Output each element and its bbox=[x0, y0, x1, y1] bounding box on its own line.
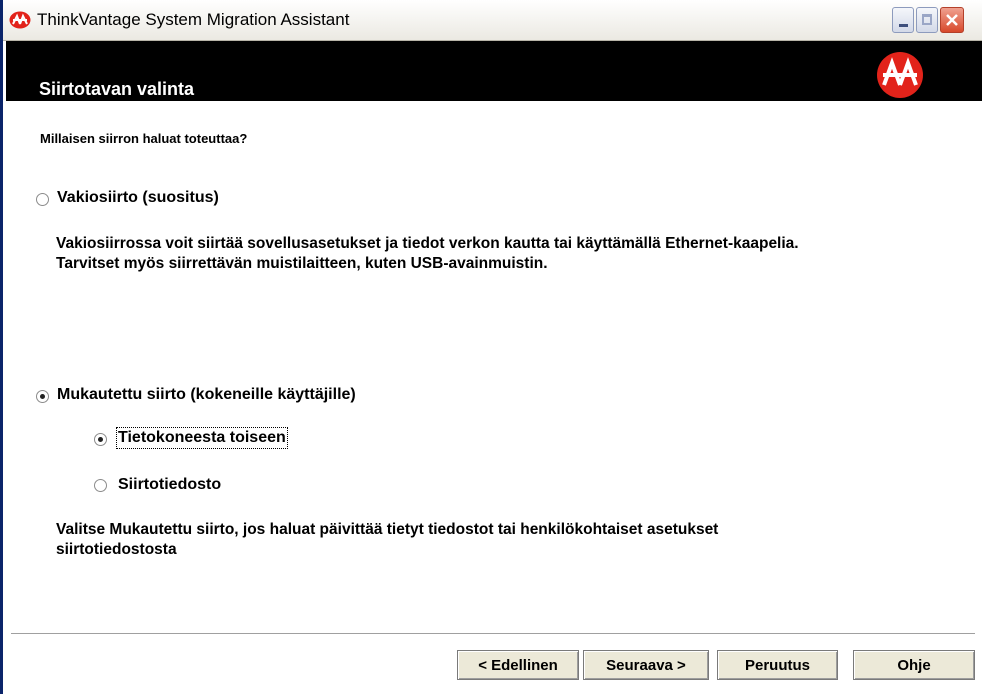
pc-to-pc-radio[interactable] bbox=[94, 433, 107, 446]
help-button[interactable]: Ohje bbox=[853, 650, 975, 680]
maximize-icon[interactable] bbox=[916, 7, 938, 33]
cancel-button[interactable]: Peruutus bbox=[717, 650, 838, 680]
minimize-icon[interactable] bbox=[892, 7, 914, 33]
standard-description-line-1: Vakiosiirrossa voit siirtää sovellusaset… bbox=[56, 235, 799, 252]
migration-file-radio[interactable] bbox=[94, 479, 107, 492]
back-button[interactable]: < Edellinen bbox=[457, 650, 579, 680]
custom-migration-label[interactable]: Mukautettu siirto (kokeneille käyttäjill… bbox=[57, 386, 356, 404]
thinkvantage-logo-icon bbox=[877, 52, 923, 98]
standard-description-line-2: Tarvitset myös siirrettävän muistilaitte… bbox=[56, 255, 548, 272]
thinkvantage-logo-icon bbox=[9, 11, 31, 29]
close-icon[interactable] bbox=[940, 7, 964, 33]
window-title: ThinkVantage System Migration Assistant bbox=[37, 10, 350, 29]
standard-migration-radio[interactable] bbox=[36, 193, 49, 206]
question-label: Millaisen siirron haluat toteuttaa? bbox=[40, 131, 248, 146]
migration-file-label[interactable]: Siirtotiedosto bbox=[118, 476, 221, 494]
custom-migration-radio[interactable] bbox=[36, 390, 49, 403]
custom-migration-description: Valitse Mukautettu siirto, jos haluat pä… bbox=[56, 520, 718, 560]
custom-description-line-2: siirtotiedostosta bbox=[56, 541, 177, 558]
pc-to-pc-label[interactable]: Tietokoneesta toiseen bbox=[116, 427, 288, 449]
wizard-window: ThinkVantage System Migration Assistant … bbox=[0, 0, 982, 694]
standard-migration-description: Vakiosiirrossa voit siirtää sovellusaset… bbox=[56, 234, 799, 274]
title-bar[interactable]: ThinkVantage System Migration Assistant bbox=[3, 0, 982, 41]
standard-migration-label[interactable]: Vakiosiirto (suositus) bbox=[57, 189, 219, 207]
button-separator bbox=[11, 633, 975, 635]
next-button[interactable]: Seuraava > bbox=[583, 650, 709, 680]
custom-description-line-1: Valitse Mukautettu siirto, jos haluat pä… bbox=[56, 521, 719, 538]
page-title: Siirtotavan valinta bbox=[39, 79, 195, 99]
